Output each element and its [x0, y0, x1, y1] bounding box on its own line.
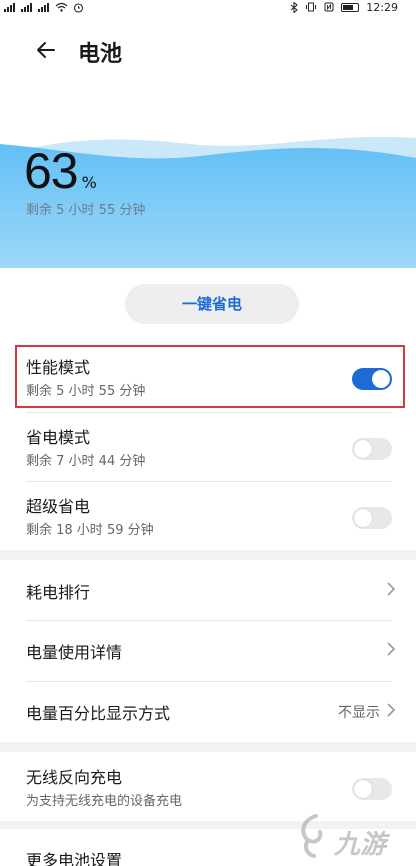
toggle-knob [354, 509, 372, 527]
nav-label: 更多电池设置 [26, 851, 123, 866]
usage-details-row[interactable]: 电量使用详情 [0, 620, 416, 680]
battery-icon [341, 2, 360, 12]
percentage-display-row[interactable]: 电量百分比显示方式 不显示 [0, 681, 416, 741]
power-saving-mode-row[interactable]: 省电模式 剩余 7 小时 44 分钟 [0, 412, 416, 482]
chevron-right-icon [387, 582, 396, 596]
mode-subtitle: 剩余 18 小时 59 分钟 [26, 523, 154, 538]
one-key-save-button[interactable]: 一键省电 [125, 284, 299, 324]
mode-subtitle: 为支持无线充电的设备充电 [26, 794, 183, 809]
watermark-logo: 九游 [294, 812, 410, 866]
vibrate-icon [306, 2, 317, 12]
mode-subtitle: 剩余 7 小时 44 分钟 [26, 454, 146, 469]
battery-percent-value: 63 [24, 143, 79, 199]
status-bar: 12:29 [0, 0, 416, 14]
mode-title: 超级省电 [26, 497, 91, 516]
super-saving-mode-row[interactable]: 超级省电 剩余 18 小时 59 分钟 [0, 481, 416, 551]
section-gap [0, 742, 416, 752]
watermark-swirl-icon [301, 814, 323, 858]
power-saving-mode-toggle[interactable] [352, 438, 392, 460]
battery-percent-sign: % [81, 173, 97, 192]
signal-icon [21, 2, 33, 12]
status-time: 12:29 [366, 0, 398, 14]
battery-percent: 63 % [24, 142, 97, 200]
nav-value: 不显示 [338, 705, 380, 721]
section-gap [0, 550, 416, 560]
highlight-box [15, 345, 405, 408]
toggle-knob [354, 440, 372, 458]
bluetooth-icon [290, 1, 299, 13]
alarm-icon [73, 2, 84, 13]
wifi-icon [55, 2, 68, 12]
watermark-text: 九游 [334, 830, 387, 860]
nav-label: 耗电排行 [26, 583, 91, 602]
chevron-right-icon [387, 703, 396, 717]
nfc-icon [324, 2, 334, 12]
status-left [4, 0, 84, 14]
signal-icon [4, 2, 16, 12]
mode-title: 无线反向充电 [26, 768, 123, 787]
status-right: 12:29 [290, 0, 398, 14]
mode-title: 省电模式 [26, 428, 91, 447]
wireless-reverse-charging-toggle[interactable] [352, 778, 392, 800]
header: 电池 [0, 30, 416, 74]
chevron-right-icon [387, 642, 396, 656]
toggle-knob [354, 780, 372, 798]
signal-icon [38, 2, 50, 12]
super-saving-mode-toggle[interactable] [352, 507, 392, 529]
page-title: 电池 [78, 42, 123, 67]
back-arrow-icon[interactable] [34, 38, 58, 62]
nav-label: 电量百分比显示方式 [26, 704, 171, 723]
nav-label: 电量使用详情 [26, 643, 123, 662]
power-ranking-row[interactable]: 耗电排行 [0, 560, 416, 620]
battery-remaining: 剩余 5 小时 55 分钟 [26, 203, 146, 218]
